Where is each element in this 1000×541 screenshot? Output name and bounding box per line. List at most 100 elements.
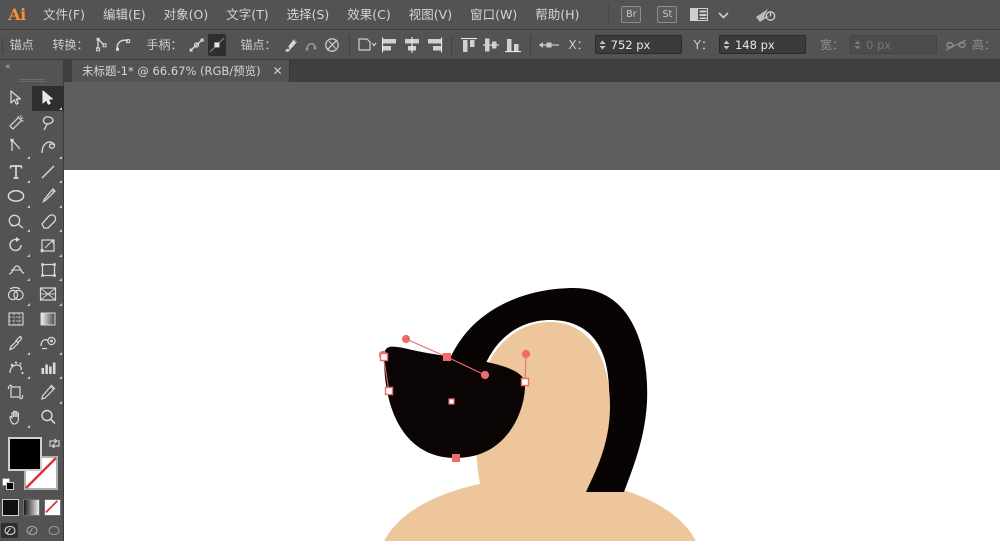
collapse-panel-icon[interactable]: « bbox=[0, 60, 64, 74]
menu-type[interactable]: 文字(T) bbox=[217, 0, 277, 30]
tool-rotate[interactable] bbox=[0, 233, 32, 258]
menu-effect[interactable]: 效果(C) bbox=[338, 0, 399, 30]
tool-symbol-sprayer[interactable] bbox=[0, 356, 32, 381]
screen-mode-normal[interactable] bbox=[1, 523, 18, 538]
artboard[interactable] bbox=[64, 170, 1000, 541]
stock-button[interactable]: St bbox=[657, 6, 678, 23]
chevron-down-icon[interactable] bbox=[718, 11, 729, 19]
anchor-top-mid[interactable] bbox=[443, 353, 451, 361]
tool-shape-builder[interactable] bbox=[0, 282, 32, 307]
menu-object[interactable]: 对象(O) bbox=[155, 0, 218, 30]
tool-line-segment[interactable] bbox=[32, 160, 64, 185]
gradient-mode-button[interactable] bbox=[23, 499, 40, 516]
tool-column-graph[interactable] bbox=[32, 356, 64, 381]
tool-mesh[interactable] bbox=[0, 307, 32, 332]
connect-paths-icon[interactable] bbox=[303, 34, 321, 56]
paint-mode-buttons bbox=[0, 499, 63, 516]
handle-endpoint-c[interactable] bbox=[521, 349, 531, 359]
transform-anchor-icon[interactable] bbox=[537, 34, 563, 56]
document-tab[interactable]: 未标题-1* @ 66.67% (RGB/预览) ✕ bbox=[72, 60, 290, 82]
tool-hand[interactable] bbox=[0, 405, 32, 430]
menu-view[interactable]: 视图(V) bbox=[400, 0, 461, 30]
menu-window[interactable]: 窗口(W) bbox=[461, 0, 526, 30]
anchor-left-lower[interactable] bbox=[384, 386, 394, 396]
swap-fill-stroke-icon[interactable] bbox=[48, 435, 61, 454]
tool-more-indicator bbox=[59, 278, 62, 281]
tool-direct-selection[interactable] bbox=[32, 86, 64, 111]
menu-file[interactable]: 文件(F) bbox=[34, 0, 94, 30]
hide-handles-icon[interactable] bbox=[207, 33, 226, 56]
none-mode-button[interactable] bbox=[44, 499, 61, 516]
link-broken-icon[interactable] bbox=[945, 34, 967, 56]
remove-anchor-icon[interactable] bbox=[282, 34, 301, 56]
align-left-icon[interactable] bbox=[380, 34, 400, 56]
tool-magic-wand[interactable] bbox=[0, 111, 32, 136]
x-stepper[interactable] bbox=[596, 36, 609, 53]
color-mode-button[interactable] bbox=[2, 499, 19, 516]
tool-more-indicator bbox=[59, 253, 62, 257]
tool-eyedropper[interactable] bbox=[0, 331, 32, 356]
convert-to-corner-icon[interactable] bbox=[94, 34, 112, 56]
close-tab-icon[interactable]: ✕ bbox=[273, 65, 283, 77]
align-horizontal-center-icon[interactable] bbox=[402, 34, 422, 56]
bridge-button[interactable]: Br bbox=[621, 6, 642, 23]
arrange-documents-icon[interactable] bbox=[690, 8, 709, 21]
height-label: 高： bbox=[972, 38, 997, 52]
align-right-icon[interactable] bbox=[424, 34, 444, 56]
tool-lasso[interactable] bbox=[32, 111, 64, 136]
default-fill-stroke-icon[interactable] bbox=[2, 478, 15, 491]
workspace-switcher-icon[interactable] bbox=[755, 7, 777, 23]
tool-ellipse[interactable] bbox=[0, 184, 32, 209]
tool-more-indicator bbox=[27, 229, 30, 232]
tool-pen[interactable] bbox=[0, 135, 32, 160]
tool-slice[interactable] bbox=[32, 380, 64, 405]
tool-free-transform[interactable] bbox=[32, 258, 64, 283]
menu-select[interactable]: 选择(S) bbox=[278, 0, 339, 30]
illustrator-window: Ai 文件(F) 编辑(E) 对象(O) 文字(T) 选择(S) 效果(C) 视… bbox=[0, 0, 1000, 541]
screen-mode-full-menu[interactable] bbox=[23, 523, 40, 538]
handle-endpoint-b[interactable] bbox=[480, 370, 490, 380]
tool-more-indicator bbox=[27, 204, 30, 208]
anchor-left-upper[interactable] bbox=[379, 352, 389, 362]
anchor-bottom[interactable] bbox=[452, 454, 460, 462]
isolate-object-icon[interactable] bbox=[356, 34, 378, 56]
y-label: Y： bbox=[693, 38, 713, 52]
x-position-field[interactable]: 752 px bbox=[594, 35, 682, 54]
convert-to-smooth-icon[interactable] bbox=[114, 34, 132, 56]
anchor-right-upper[interactable] bbox=[520, 377, 530, 387]
tool-type[interactable] bbox=[0, 160, 32, 185]
tool-more-indicator bbox=[59, 376, 62, 379]
y-position-field[interactable]: 148 px bbox=[718, 35, 806, 54]
artwork-illustration[interactable] bbox=[64, 170, 1000, 541]
menu-edit[interactable]: 编辑(E) bbox=[94, 0, 155, 30]
tool-curvature[interactable] bbox=[32, 135, 64, 160]
show-handles-icon[interactable] bbox=[188, 34, 206, 56]
fill-swatch[interactable] bbox=[8, 437, 42, 471]
tool-width[interactable] bbox=[0, 258, 32, 283]
cut-path-icon[interactable] bbox=[323, 34, 342, 56]
anchor-center[interactable] bbox=[448, 398, 455, 405]
align-bottom-icon[interactable] bbox=[503, 34, 523, 56]
tool-selection[interactable] bbox=[0, 86, 32, 111]
tool-artboard[interactable] bbox=[0, 380, 32, 405]
tool-zoom[interactable] bbox=[32, 405, 64, 430]
tool-scale[interactable] bbox=[32, 233, 64, 258]
canvas-area[interactable] bbox=[64, 82, 1000, 541]
align-top-icon[interactable] bbox=[459, 34, 479, 56]
tool-shaper[interactable] bbox=[0, 209, 32, 234]
tool-paintbrush[interactable] bbox=[32, 184, 64, 209]
width-value: 0 px bbox=[866, 37, 892, 52]
y-position-value[interactable]: 148 px bbox=[733, 38, 805, 52]
x-position-value[interactable]: 752 px bbox=[609, 38, 681, 52]
tool-more-indicator bbox=[59, 155, 62, 159]
align-vertical-center-icon[interactable] bbox=[481, 34, 501, 56]
tool-perspective-grid[interactable] bbox=[32, 282, 64, 307]
tool-gradient[interactable] bbox=[32, 307, 64, 332]
tools-panel-grip[interactable] bbox=[0, 74, 64, 86]
y-stepper[interactable] bbox=[720, 36, 733, 53]
tool-blend[interactable] bbox=[32, 331, 64, 356]
screen-mode-full[interactable] bbox=[45, 523, 62, 538]
tool-eraser[interactable] bbox=[32, 209, 64, 234]
menu-help[interactable]: 帮助(H) bbox=[526, 0, 588, 30]
handle-endpoint-a[interactable] bbox=[401, 334, 411, 344]
